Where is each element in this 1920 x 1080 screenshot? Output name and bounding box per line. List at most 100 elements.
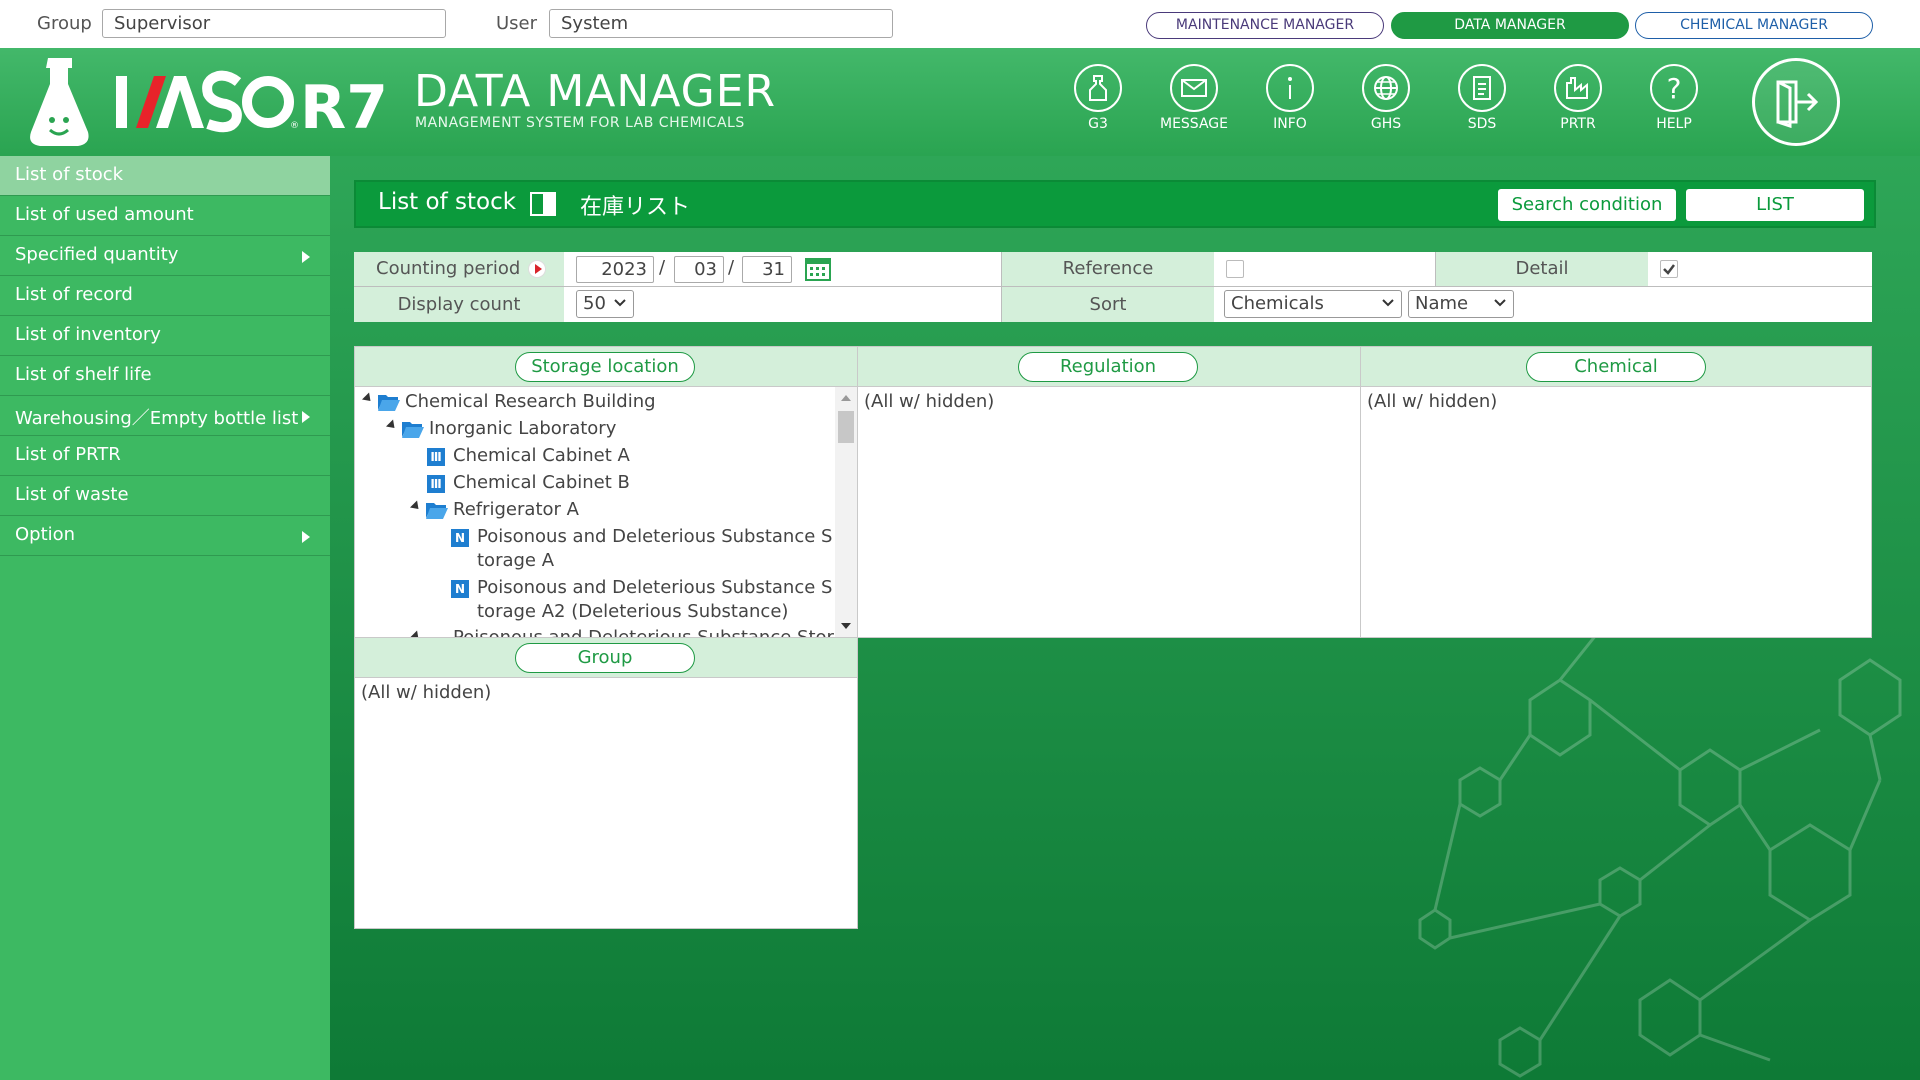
sidebar-item-label: Specified quantity xyxy=(15,244,179,265)
chevron-down-icon xyxy=(1494,299,1506,307)
sidebar-item-record[interactable]: List of record xyxy=(0,276,330,316)
tree-node-storage-a[interactable]: Poisonous and Deleterious Substance S xyxy=(477,526,832,547)
expand-icon[interactable] xyxy=(385,419,399,432)
storage-tree: Chemical Research Building Inorganic Lab… xyxy=(355,387,857,637)
sidebar-item-list-of-stock[interactable]: List of stock xyxy=(0,156,330,196)
bottle-icon xyxy=(1074,64,1122,112)
chemical-button[interactable]: Chemical xyxy=(1526,352,1706,382)
scrollbar-thumb[interactable] xyxy=(838,411,854,443)
play-icon[interactable] xyxy=(528,260,546,278)
sidebar-item-prtr[interactable]: List of PRTR xyxy=(0,436,330,476)
tree-node-storage-a2[interactable]: Poisonous and Deleterious Substance S xyxy=(477,577,832,598)
counting-period-cell: Counting period xyxy=(354,252,564,286)
sidebar-item-shelf-life[interactable]: List of shelf life xyxy=(0,356,330,396)
maintenance-manager-button[interactable]: MAINTENANCE MANAGER xyxy=(1146,12,1384,39)
storage-location-button[interactable]: Storage location xyxy=(515,352,695,382)
ghs-label: GHS xyxy=(1370,116,1402,132)
g3-button[interactable]: G3 xyxy=(1058,64,1138,132)
chemical-panel: Chemical (All w/ hidden) xyxy=(1360,346,1872,638)
ghs-button[interactable]: GHS xyxy=(1346,64,1426,132)
scrollbar[interactable] xyxy=(835,387,857,637)
reference-checkbox[interactable] xyxy=(1226,260,1244,278)
app-logo: ® R7 xyxy=(28,54,388,150)
info-button[interactable]: INFO xyxy=(1250,64,1330,132)
sidebar-item-option[interactable]: Option xyxy=(0,516,330,556)
folder-open-icon xyxy=(378,395,400,411)
prtr-button[interactable]: PRTR xyxy=(1538,64,1618,132)
detail-checkbox[interactable] xyxy=(1660,260,1678,278)
tree-node-cabinet-b[interactable]: Chemical Cabinet B xyxy=(453,472,630,493)
sort-key-select[interactable]: Name xyxy=(1408,290,1514,318)
sidebar-item-specified-quantity[interactable]: Specified quantity xyxy=(0,236,330,276)
cabinet-icon: Ⅲ xyxy=(427,448,445,466)
help-label: HELP xyxy=(1656,116,1692,132)
regulation-button[interactable]: Regulation xyxy=(1018,352,1198,382)
message-label: MESSAGE xyxy=(1160,116,1228,132)
expand-icon[interactable] xyxy=(409,500,423,513)
group-panel: Group (All w/ hidden) xyxy=(354,637,858,929)
user-label: User xyxy=(496,13,538,34)
regulation-all-hidden[interactable]: (All w/ hidden) xyxy=(864,391,994,412)
display-count-select[interactable]: 50 xyxy=(576,290,634,318)
user-field[interactable]: System xyxy=(549,9,893,38)
g3-label: G3 xyxy=(1088,116,1108,132)
group-button[interactable]: Group xyxy=(515,643,695,673)
tree-node-laboratory[interactable]: Inorganic Laboratory xyxy=(429,418,616,439)
tree-node-cabinet-a[interactable]: Chemical Cabinet A xyxy=(453,445,630,466)
app-subtitle: MANAGEMENT SYSTEM FOR LAB CHEMICALS xyxy=(415,115,745,131)
help-icon: ? xyxy=(1650,64,1698,112)
chemical-list: (All w/ hidden) xyxy=(1361,387,1871,416)
sds-button[interactable]: SDS xyxy=(1442,64,1522,132)
tree-node-storage-a-cont: torage A xyxy=(477,550,555,571)
data-manager-button[interactable]: DATA MANAGER xyxy=(1391,12,1629,39)
date-separator: / xyxy=(659,257,666,278)
day-field[interactable]: 31 xyxy=(742,256,792,283)
globe-icon xyxy=(1362,64,1410,112)
storage-n-icon: N xyxy=(451,529,469,547)
expand-icon[interactable] xyxy=(361,392,375,405)
chemical-all-hidden[interactable]: (All w/ hidden) xyxy=(1367,391,1497,412)
top-bar: Group Supervisor User System MAINTENANCE… xyxy=(0,0,1920,48)
calendar-icon[interactable] xyxy=(805,257,831,286)
sidebar-item-label: List of stock xyxy=(15,164,124,185)
tree-node-storage-partial[interactable]: Poisonous and Deleterious Substance Stor xyxy=(453,627,834,637)
cabinet-icon: Ⅲ xyxy=(427,475,445,493)
scroll-up-icon[interactable] xyxy=(841,395,851,401)
sidebar-item-used-amount[interactable]: List of used amount xyxy=(0,196,330,236)
regulation-panel: Regulation (All w/ hidden) xyxy=(857,346,1361,638)
logout-button[interactable] xyxy=(1752,58,1840,146)
envelope-icon xyxy=(1170,64,1218,112)
logout-icon xyxy=(1776,80,1819,128)
page-title-bar: List of stock 在庫リスト Search condition LIS… xyxy=(354,180,1876,228)
scroll-down-icon[interactable] xyxy=(841,623,851,629)
search-condition-button[interactable]: Search condition xyxy=(1498,189,1676,221)
sort-field-select[interactable]: Chemicals xyxy=(1224,290,1402,318)
sidebar-item-warehousing[interactable]: Warehousing／Empty bottle list xyxy=(0,396,330,436)
help-button[interactable]: ? HELP xyxy=(1634,64,1714,132)
app-header: ® R7 DATA MANAGER MANAGEMENT SYSTEM FOR … xyxy=(0,48,1920,156)
sidebar-item-label: Option xyxy=(15,524,76,545)
group-all-hidden[interactable]: (All w/ hidden) xyxy=(361,682,491,703)
storage-location-panel: Storage location Chemical Research Build… xyxy=(354,346,858,638)
month-field[interactable]: 03 xyxy=(674,256,724,283)
sidebar-item-inventory[interactable]: List of inventory xyxy=(0,316,330,356)
group-field[interactable]: Supervisor xyxy=(102,9,446,38)
list-button[interactable]: LIST xyxy=(1686,189,1864,221)
folder-open-icon xyxy=(426,503,448,519)
year-field[interactable]: 2023 xyxy=(576,256,654,283)
chevron-right-icon xyxy=(302,411,310,423)
info-label: INFO xyxy=(1273,116,1307,132)
chemical-manager-button[interactable]: CHEMICAL MANAGER xyxy=(1635,12,1873,39)
app-title: DATA MANAGER xyxy=(414,66,777,117)
prtr-label: PRTR xyxy=(1560,116,1596,132)
main-content: List of stock 在庫リスト Search condition LIS… xyxy=(330,156,1920,1080)
sidebar-item-waste[interactable]: List of waste xyxy=(0,476,330,516)
tree-node-refrigerator-a[interactable]: Refrigerator A xyxy=(453,499,579,520)
group-label: Group xyxy=(37,13,92,34)
sidebar-item-label: List of inventory xyxy=(15,324,161,345)
molecule-background xyxy=(1418,629,1902,1078)
tree-node-building[interactable]: Chemical Research Building xyxy=(405,391,656,412)
detail-label: Detail xyxy=(1436,252,1648,286)
message-button[interactable]: MESSAGE xyxy=(1154,64,1234,132)
chevron-right-icon xyxy=(302,251,310,263)
